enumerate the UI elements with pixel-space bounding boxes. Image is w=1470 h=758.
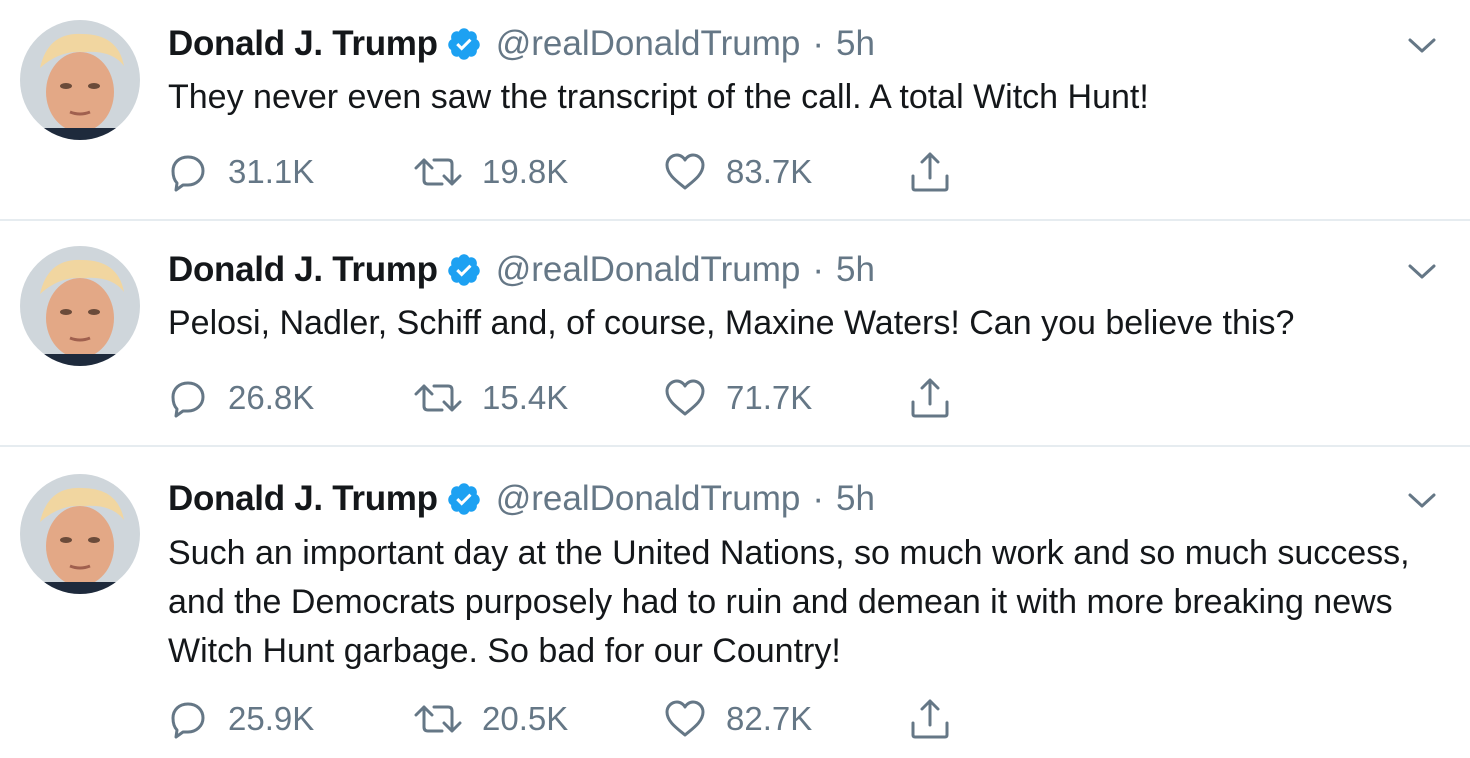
retweet-count: 20.5K xyxy=(482,700,569,737)
verified-badge-icon xyxy=(446,252,482,288)
chevron-down-icon[interactable] xyxy=(1404,256,1440,286)
tweet[interactable]: Donald J. Trump @realDonaldTrump · 5h Su… xyxy=(0,447,1470,758)
reply-count: 31.1K xyxy=(228,153,315,190)
tweet-header: Donald J. Trump @realDonaldTrump · 5h xyxy=(168,22,875,66)
retweet-count: 15.4K xyxy=(482,379,569,416)
reply-button[interactable]: 26.8K xyxy=(168,374,314,422)
reply-button[interactable]: 25.9K xyxy=(168,695,314,743)
tweet-text: Pelosi, Nadler, Schiff and, of course, M… xyxy=(168,304,1295,342)
tweet-text: Such an important day at the United Nati… xyxy=(168,534,1410,670)
heart-icon xyxy=(664,699,706,739)
reply-icon xyxy=(168,152,208,192)
like-button[interactable]: 71.7K xyxy=(664,374,812,422)
verified-badge-icon xyxy=(446,481,482,517)
timestamp[interactable]: 5h xyxy=(836,24,875,64)
share-icon xyxy=(908,376,952,420)
chevron-down-icon[interactable] xyxy=(1404,485,1440,515)
like-count: 71.7K xyxy=(726,379,813,416)
share-icon xyxy=(908,150,952,194)
retweet-count: 19.8K xyxy=(482,153,569,190)
author-handle[interactable]: @realDonaldTrump xyxy=(496,24,801,64)
tweet[interactable]: Donald J. Trump @realDonaldTrump · 5h Th… xyxy=(0,0,1470,221)
tweet-actions: 31.1K 19.8K 83.7K xyxy=(168,148,988,196)
timestamp[interactable]: 5h xyxy=(836,479,875,519)
author-name[interactable]: Donald J. Trump xyxy=(168,24,438,64)
tweet-feed: Donald J. Trump @realDonaldTrump · 5h Th… xyxy=(0,0,1470,758)
avatar[interactable] xyxy=(20,474,140,594)
reply-button[interactable]: 31.1K xyxy=(168,148,314,196)
avatar-image xyxy=(20,20,140,140)
like-count: 82.7K xyxy=(726,700,813,737)
share-button[interactable] xyxy=(908,695,952,743)
reply-icon xyxy=(168,699,208,739)
retweet-icon xyxy=(414,152,462,192)
author-name[interactable]: Donald J. Trump xyxy=(168,479,438,519)
separator-dot: · xyxy=(812,24,824,63)
author-handle[interactable]: @realDonaldTrump xyxy=(496,250,801,290)
like-button[interactable]: 83.7K xyxy=(664,148,812,196)
timestamp[interactable]: 5h xyxy=(836,250,875,290)
retweet-button[interactable]: 19.8K xyxy=(414,148,568,196)
tweet-text: They never even saw the transcript of th… xyxy=(168,78,1149,116)
tweet[interactable]: Donald J. Trump @realDonaldTrump · 5h Pe… xyxy=(0,221,1470,447)
retweet-icon xyxy=(414,378,462,418)
separator-dot: · xyxy=(812,479,824,518)
verified-badge-icon xyxy=(446,26,482,62)
tweet-actions: 25.9K 20.5K 82.7K xyxy=(168,695,988,743)
retweet-icon xyxy=(414,699,462,739)
avatar-image xyxy=(20,246,140,366)
tweet-header: Donald J. Trump @realDonaldTrump · 5h xyxy=(168,248,875,292)
heart-icon xyxy=(664,152,706,192)
reply-icon xyxy=(168,378,208,418)
retweet-button[interactable]: 20.5K xyxy=(414,695,568,743)
retweet-button[interactable]: 15.4K xyxy=(414,374,568,422)
share-icon xyxy=(908,697,952,741)
author-handle[interactable]: @realDonaldTrump xyxy=(496,479,801,519)
reply-count: 25.9K xyxy=(228,700,315,737)
reply-count: 26.8K xyxy=(228,379,315,416)
tweet-actions: 26.8K 15.4K 71.7K xyxy=(168,374,988,422)
like-count: 83.7K xyxy=(726,153,813,190)
like-button[interactable]: 82.7K xyxy=(664,695,812,743)
avatar-image xyxy=(20,474,140,594)
share-button[interactable] xyxy=(908,374,952,422)
author-name[interactable]: Donald J. Trump xyxy=(168,250,438,290)
share-button[interactable] xyxy=(908,148,952,196)
chevron-down-icon[interactable] xyxy=(1404,30,1440,60)
tweet-header: Donald J. Trump @realDonaldTrump · 5h xyxy=(168,477,875,521)
avatar[interactable] xyxy=(20,20,140,140)
avatar[interactable] xyxy=(20,246,140,366)
heart-icon xyxy=(664,378,706,418)
separator-dot: · xyxy=(812,250,824,289)
